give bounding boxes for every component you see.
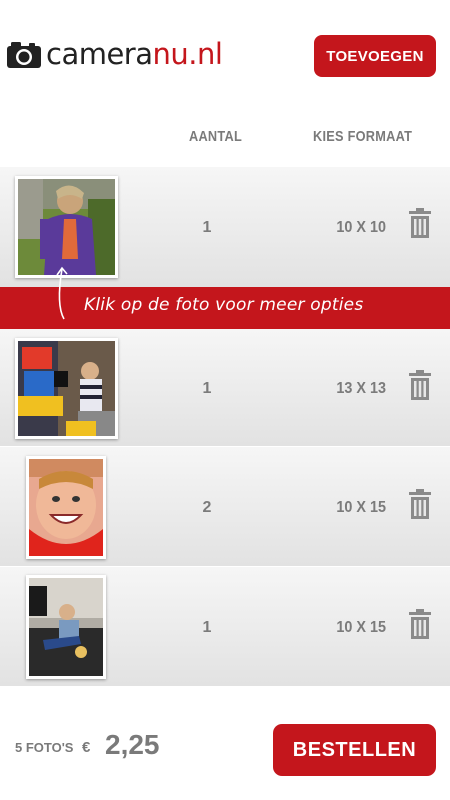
- format-value[interactable]: 10 X 15: [305, 499, 386, 517]
- photo-child-red-hood: [29, 459, 103, 556]
- hint-arrow-icon: [56, 266, 68, 320]
- photo-thumbnail[interactable]: [26, 575, 106, 679]
- format-value[interactable]: 10 X 15: [305, 619, 386, 637]
- trash-icon[interactable]: [409, 370, 431, 400]
- trash-icon[interactable]: [409, 609, 431, 639]
- format-value[interactable]: 13 X 13: [305, 380, 386, 398]
- app-header: cameranu.nl TOEVOEGEN: [0, 0, 450, 110]
- column-header-format: KIES FORMAAT: [313, 128, 413, 145]
- currency-symbol: €: [82, 739, 91, 756]
- cameranu-logo[interactable]: cameranu.nl: [7, 36, 223, 72]
- order-button[interactable]: BESTELLEN: [273, 724, 436, 776]
- hint-banner: Klik op de foto voor meer opties: [0, 266, 450, 329]
- photo-child-garden: [18, 179, 115, 275]
- add-button[interactable]: TOEVOEGEN: [314, 35, 436, 77]
- photo-count: 5 FOTO'S: [15, 740, 74, 755]
- hint-text: Klik op de foto voor meer opties: [84, 295, 364, 315]
- total-price: 2,25: [105, 729, 160, 760]
- quantity-value[interactable]: 1: [192, 219, 222, 237]
- photo-thumbnail[interactable]: [26, 456, 106, 559]
- trash-icon[interactable]: [409, 489, 431, 519]
- photo-thumbnail[interactable]: [15, 176, 118, 278]
- camera-icon: [7, 42, 41, 68]
- logo-text: cameranu.nl: [46, 37, 223, 71]
- photo-thumbnail[interactable]: [15, 338, 118, 439]
- trash-icon[interactable]: [409, 208, 431, 238]
- list-item: 1 13 X 13: [0, 329, 450, 446]
- quantity-value[interactable]: 1: [192, 380, 222, 398]
- quantity-value[interactable]: 1: [192, 619, 222, 637]
- column-header-quantity: AANTAL: [189, 128, 242, 145]
- photo-child-arcade: [18, 341, 115, 436]
- list-item: 2 10 X 15: [0, 447, 450, 566]
- list-item: 1 10 X 15: [0, 567, 450, 686]
- quantity-value[interactable]: 2: [192, 499, 222, 517]
- photo-child-sofa: [29, 578, 103, 676]
- format-value[interactable]: 10 X 10: [305, 219, 386, 237]
